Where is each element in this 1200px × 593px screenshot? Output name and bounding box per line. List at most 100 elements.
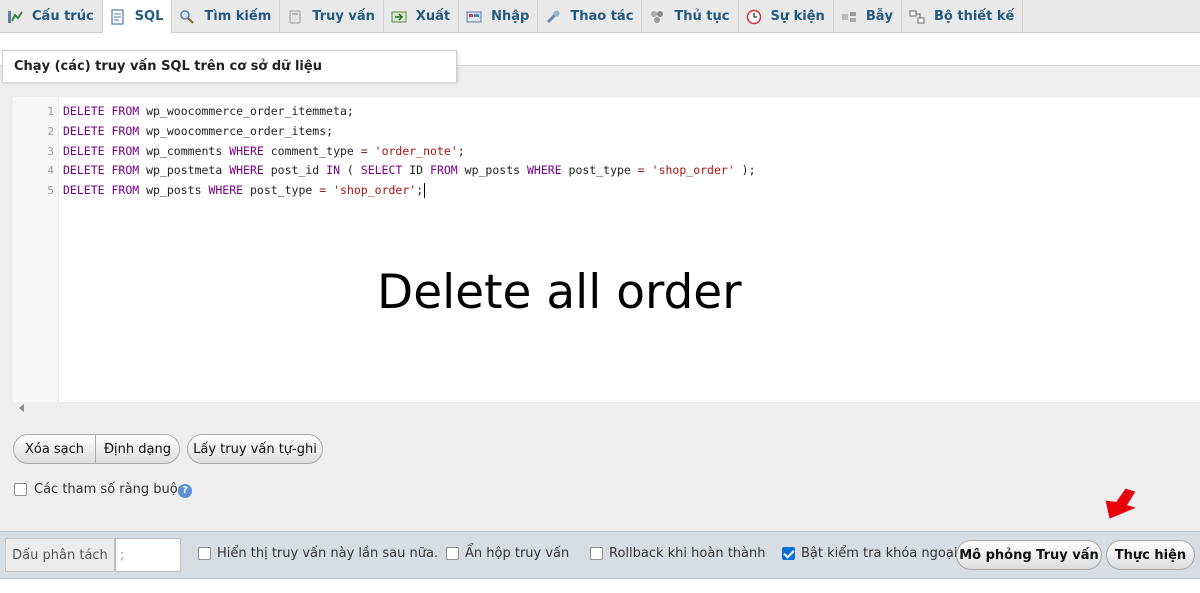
code-token: 'shop_order' (651, 163, 735, 178)
code-line[interactable]: DELETE FROM wp_postmeta WHERE post_id IN… (63, 161, 756, 181)
code-line[interactable]: DELETE FROM wp_woocommerce_order_itemmet… (63, 102, 756, 122)
sql-editor[interactable]: 1 2 3 4 5 DELETE FROM wp_woocommerce_ord… (13, 97, 1200, 402)
tab-label: Tìm kiếm (204, 9, 272, 24)
code-token: wp_comments (139, 143, 230, 158)
code-token: DELETE (63, 183, 105, 198)
code-token: post_id (263, 163, 327, 178)
text-cursor (424, 183, 426, 199)
line-number: 5 (47, 184, 54, 198)
tab-label: Bẫy (865, 9, 893, 24)
code-line[interactable]: DELETE FROM wp_woocommerce_order_items; (63, 122, 756, 142)
tab-triggers[interactable]: Bẫy (834, 0, 902, 33)
line-number: 1 (47, 105, 54, 118)
tab-import[interactable]: Nhập (459, 0, 539, 33)
code-token: FROM (111, 104, 140, 118)
code-token: ( (340, 163, 361, 178)
line-number: 2 (47, 124, 54, 138)
foreign-key-check-checkbox[interactable] (782, 547, 795, 560)
code-token: FROM (111, 143, 140, 158)
code-area[interactable]: DELETE FROM wp_woocommerce_order_itemmet… (59, 97, 756, 402)
tab-query[interactable]: Truy vấn (280, 0, 384, 33)
tab-export[interactable]: Xuất (384, 0, 460, 33)
tab-label: SQL (134, 9, 164, 24)
go-button[interactable]: Thực hiện (1106, 540, 1195, 570)
foreign-key-check-label: Bật kiểm tra khóa ngoại (801, 546, 958, 561)
rollback-checkbox[interactable] (590, 547, 603, 560)
tab-label: Xuất (415, 9, 451, 24)
clear-button[interactable]: Xóa sạch (13, 434, 96, 464)
tab-structure[interactable]: Cấu trúc (0, 0, 103, 33)
hide-query-box-label: Ẩn hộp truy vấn (465, 546, 570, 561)
code-line[interactable]: DELETE FROM wp_comments WHERE comment_ty… (63, 142, 756, 162)
code-token: WHERE (229, 163, 264, 178)
tab-label: Truy vấn (312, 9, 375, 24)
scroll-left-arrow[interactable] (19, 404, 24, 412)
code-token: FROM (430, 163, 458, 178)
tab-label: Cấu trúc (32, 9, 94, 24)
show-query-again-label: Hiển thị truy vấn này lần sau nữa. (217, 546, 439, 561)
tab-sql[interactable]: SQL (102, 0, 173, 34)
code-token: DELETE (63, 104, 105, 118)
designer-icon (908, 9, 926, 25)
code-token: FROM (111, 163, 140, 178)
line-number-gutter: 1 2 3 4 5 (13, 97, 59, 402)
delimiter-input[interactable] (115, 538, 181, 572)
bind-params-label: Các tham số ràng buộc (34, 482, 185, 497)
code-token: ; (457, 143, 465, 158)
code-line[interactable]: DELETE FROM wp_posts WHERE post_type = '… (63, 181, 756, 201)
tab-label: Thao tác (570, 9, 634, 24)
export-icon (390, 9, 408, 25)
code-token: ; (416, 183, 424, 198)
show-query-again-checkbox[interactable] (198, 547, 211, 560)
hide-query-box-checkbox[interactable] (446, 547, 459, 560)
code-token: WHERE (208, 183, 244, 198)
code-token: wp_postmeta (139, 163, 230, 178)
tab-designer[interactable]: Bộ thiết kế (902, 0, 1024, 33)
import-icon (465, 9, 483, 25)
code-token: wp_woocommerce_order_itemmeta; (139, 104, 354, 118)
tab-search[interactable]: Tìm kiếm (172, 0, 281, 33)
clock-icon (745, 9, 763, 25)
format-button[interactable]: Định dạng (95, 434, 180, 464)
code-token: WHERE (526, 163, 562, 178)
code-token: ); (734, 163, 756, 178)
code-token: ID (402, 163, 431, 178)
triggers-icon (840, 9, 858, 25)
code-token: FROM (111, 183, 140, 198)
query-icon (286, 9, 304, 25)
code-token: wp_posts (457, 163, 527, 178)
code-token: 'order_note' (374, 143, 458, 158)
bind-params-checkbox[interactable] (14, 483, 27, 496)
simulate-query-button[interactable]: Mô phỏng Truy vấn (956, 540, 1102, 570)
code-token: DELETE (63, 143, 105, 158)
tab-operations[interactable]: Thao tác (538, 0, 643, 33)
red-arrow-icon (1105, 488, 1136, 519)
get-autosaved-query-button[interactable]: Lấy truy vấn tự-ghi (187, 434, 323, 464)
code-token: FROM (111, 123, 140, 138)
code-token: wp_posts (139, 183, 209, 198)
tab-label: Bộ thiết kế (933, 9, 1015, 24)
code-token: WHERE (229, 143, 264, 158)
tab-label: Thủ tục (674, 9, 730, 24)
code-token: DELETE (63, 163, 105, 178)
delimiter-label: Dấu phân tách (5, 538, 115, 572)
tab-routines[interactable]: Thủ tục (642, 0, 739, 33)
help-icon[interactable]: ? (178, 484, 192, 498)
line-number: 4 (47, 164, 54, 178)
code-token: = (637, 163, 645, 178)
line-number: 3 (47, 144, 54, 158)
code-token: = (360, 143, 368, 158)
panel-title: Chạy (các) truy vấn SQL trên cơ sở dữ li… (2, 50, 457, 82)
code-token: comment_type (263, 143, 361, 158)
rollback-label: Rollback khi hoàn thành (609, 546, 766, 561)
tab-label: Nhập (491, 9, 530, 24)
annotation-text: Delete all order (377, 265, 742, 320)
tab-events[interactable]: Sự kiện (739, 0, 834, 33)
wrench-icon (544, 9, 562, 25)
routines-icon (648, 9, 666, 25)
structure-icon (6, 9, 24, 25)
code-token: post_type (561, 163, 638, 178)
tab-label: Sự kiện (770, 9, 825, 24)
